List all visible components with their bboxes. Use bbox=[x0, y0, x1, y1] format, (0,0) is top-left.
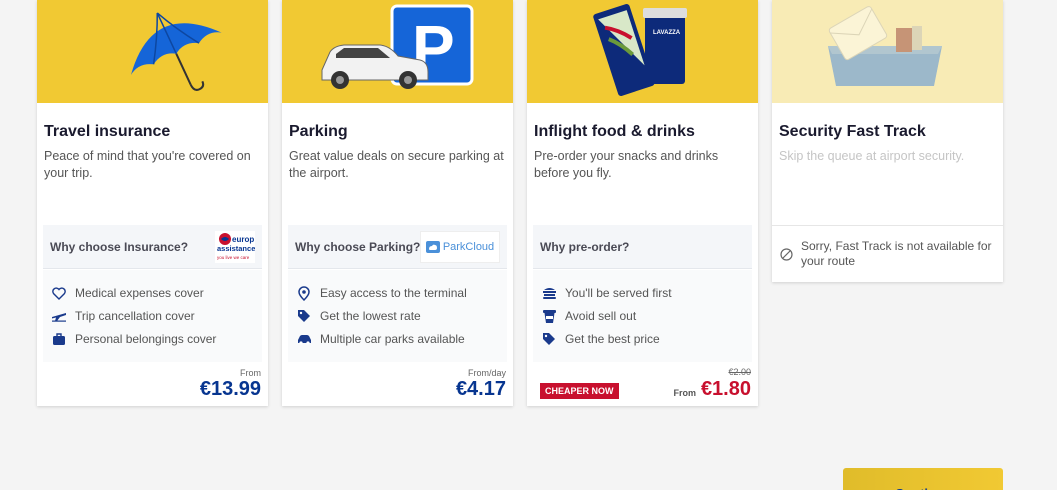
partner-logo-line-2: assistance bbox=[217, 244, 255, 253]
umbrella-icon bbox=[130, 12, 222, 91]
price-value: €4.17 bbox=[455, 378, 506, 400]
old-price: €2.00 bbox=[728, 367, 751, 377]
benefit-label: Easy access to the terminal bbox=[320, 286, 467, 300]
card-title: Security Fast Track bbox=[779, 123, 926, 140]
partner-logo-line-1: europ bbox=[232, 235, 254, 244]
lavazza-logo-text: LAVAZZA bbox=[653, 30, 681, 36]
card-description: Peace of mind that you're covered on you… bbox=[44, 149, 251, 180]
card-description: Skip the queue at airport security. bbox=[779, 149, 965, 163]
partner-logo-tagline: you live we care bbox=[217, 255, 250, 260]
unavailable-text: Sorry, Fast Track is not available for y… bbox=[801, 239, 992, 268]
why-choose-label: Why choose Parking? bbox=[295, 240, 421, 254]
car-icon bbox=[296, 331, 312, 347]
benefit-item: You'll be served first bbox=[541, 284, 672, 302]
heart-icon bbox=[51, 285, 67, 301]
food-icon bbox=[541, 285, 557, 301]
benefit-item: Medical expenses cover bbox=[51, 284, 204, 302]
card-description: Pre-order your snacks and drinks before … bbox=[534, 149, 719, 180]
card-title: Inflight food & drinks bbox=[534, 123, 695, 140]
tag-icon bbox=[296, 308, 312, 324]
card-description: Great value deals on secure parking at t… bbox=[289, 149, 504, 180]
parkcloud-logo: ParkCloud bbox=[420, 231, 500, 263]
benefit-item: Get the best price bbox=[541, 330, 660, 348]
benefit-item: Multiple car parks available bbox=[296, 330, 465, 348]
price-value: €1.80 bbox=[700, 378, 751, 400]
why-choose-label: Why choose Insurance? bbox=[50, 240, 189, 254]
benefit-label: Multiple car parks available bbox=[320, 332, 465, 346]
location-pin-icon bbox=[296, 285, 312, 301]
why-choose-bar[interactable]: Why pre-order? bbox=[533, 225, 752, 269]
bag-icon bbox=[51, 331, 67, 347]
card-parking[interactable]: P Parking Great value deals on secure pa… bbox=[282, 0, 513, 406]
benefits-list: Easy access to the terminal Get the lowe… bbox=[288, 270, 507, 362]
why-choose-label: Why pre-order? bbox=[540, 240, 630, 254]
blocked-icon bbox=[780, 248, 793, 266]
card-travel-insurance[interactable]: Travel insurance Peace of mind that you'… bbox=[37, 0, 268, 406]
card-image: LAVAZZA bbox=[527, 0, 758, 103]
benefit-item: Get the lowest rate bbox=[296, 307, 421, 325]
why-choose-bar[interactable]: Why choose Insurance? europ assistance y… bbox=[43, 225, 262, 269]
card-title: Travel insurance bbox=[44, 123, 171, 140]
benefit-label: Trip cancellation cover bbox=[75, 309, 195, 323]
benefit-label: Get the lowest rate bbox=[320, 309, 421, 323]
why-choose-bar[interactable]: Why choose Parking? ParkCloud bbox=[288, 225, 507, 269]
cup-icon bbox=[541, 308, 557, 324]
price-prefix: From/day bbox=[467, 368, 506, 378]
price-prefix: From bbox=[673, 388, 697, 398]
cheaper-now-badge: CHEAPER NOW bbox=[540, 383, 619, 399]
benefit-label: Get the best price bbox=[565, 332, 660, 346]
benefits-list: Medical expenses cover Trip cancellation… bbox=[43, 270, 262, 362]
card-image bbox=[37, 0, 268, 103]
parkcloud-logo-text: ParkCloud bbox=[442, 241, 495, 253]
benefit-item: Easy access to the terminal bbox=[296, 284, 467, 302]
benefit-label: Medical expenses cover bbox=[75, 286, 204, 300]
benefit-item: Personal belongings cover bbox=[51, 330, 216, 348]
security-tray-icon bbox=[828, 6, 942, 86]
europ-assistance-logo: europ assistance you live we care bbox=[215, 231, 255, 263]
benefit-item: Trip cancellation cover bbox=[51, 307, 195, 325]
parking-car-icon: P bbox=[321, 4, 474, 89]
price-value: €13.99 bbox=[199, 378, 261, 400]
card-security-fast-track: Security Fast Track Skip the queue at ai… bbox=[772, 0, 1003, 282]
benefit-item: Avoid sell out bbox=[541, 307, 636, 325]
unavailable-notice: Sorry, Fast Track is not available for y… bbox=[772, 225, 1003, 282]
sandwich-coffee-icon: LAVAZZA bbox=[593, 3, 687, 96]
plane-icon bbox=[51, 308, 67, 324]
benefit-label: You'll be served first bbox=[565, 286, 672, 300]
card-inflight-food[interactable]: LAVAZZA Inflight food & drinks Pre-order… bbox=[527, 0, 758, 406]
card-image bbox=[772, 0, 1003, 103]
benefit-label: Personal belongings cover bbox=[75, 332, 217, 346]
card-image: P bbox=[282, 0, 513, 103]
card-title: Parking bbox=[289, 123, 348, 140]
price-prefix: From bbox=[240, 368, 261, 378]
benefits-list: You'll be served first Avoid sell out Ge… bbox=[533, 270, 752, 362]
benefit-label: Avoid sell out bbox=[565, 309, 637, 323]
continue-button[interactable]: Continue bbox=[843, 468, 1003, 490]
tag-icon bbox=[541, 331, 557, 347]
